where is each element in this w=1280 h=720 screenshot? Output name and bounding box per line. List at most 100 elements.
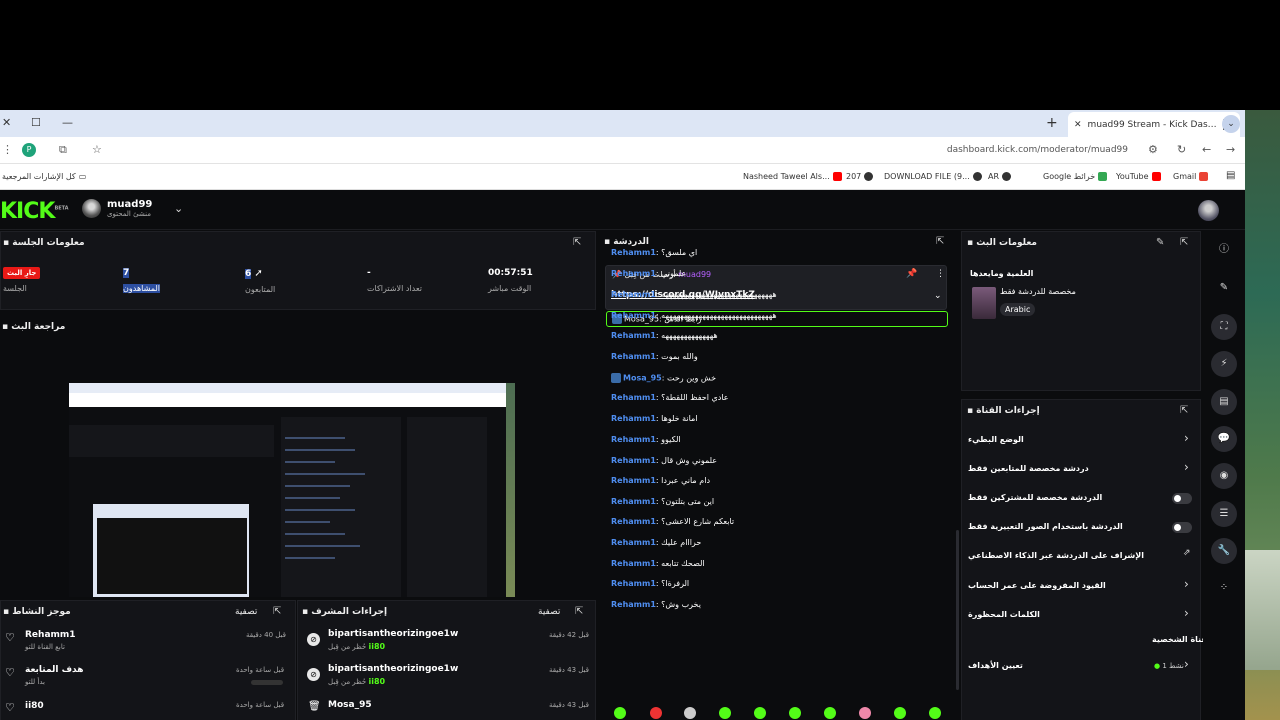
chat-username[interactable]: Mosa_95	[623, 374, 662, 383]
banned-words-option[interactable]: الكلمات المحظورة	[968, 610, 1040, 619]
category-thumbnail[interactable]	[972, 287, 996, 319]
tab-kick-dashboard[interactable]: ✕ muad99 Stream - Kick Dashbo...	[1068, 112, 1240, 137]
profile-icon[interactable]: P	[22, 143, 36, 157]
bookmark-maps[interactable]: Google خرائط	[1043, 172, 1108, 181]
new-tab-icon[interactable]: +	[1046, 115, 1058, 131]
emote-icon[interactable]	[650, 707, 662, 719]
bookmark-gmail[interactable]: Gmail	[1173, 172, 1209, 181]
close-window-icon[interactable]: ✕	[2, 116, 11, 129]
chevron-right-icon[interactable]: ›	[1184, 577, 1189, 591]
ai-moderation-option[interactable]: الإشراف على الدردشة عبر الذكاء الاصطناعي	[968, 551, 1144, 560]
chevron-right-icon[interactable]: ›	[1184, 657, 1189, 671]
forward-icon[interactable]: →	[1226, 143, 1235, 156]
channel-switcher[interactable]: muad99 منشئ المحتوى	[82, 199, 152, 218]
menu-dots-icon[interactable]: ⋮	[2, 143, 13, 156]
emote-icon[interactable]	[789, 707, 801, 719]
bookmark-207[interactable]: 207	[846, 172, 874, 181]
chevron-right-icon[interactable]: ›	[1184, 431, 1189, 445]
emote-icon[interactable]	[719, 707, 731, 719]
emote-icon[interactable]	[684, 707, 696, 719]
chat-username[interactable]: Rehamm1	[611, 497, 656, 506]
document-icon[interactable]: ▤	[1211, 389, 1237, 415]
mod-action-user[interactable]: Mosa_95	[328, 700, 372, 710]
apps-icon[interactable]: ⁘	[1215, 579, 1233, 597]
bookmark-ar[interactable]: AR	[988, 172, 1012, 181]
tab-search-icon[interactable]: ⌄	[1222, 115, 1240, 133]
chat-scrollbar[interactable]	[956, 530, 959, 690]
url-field[interactable]: dashboard.kick.com/moderator/muad99	[947, 145, 1128, 155]
chat-username[interactable]: Rehamm1	[611, 517, 656, 526]
broadcast-icon[interactable]: ◉	[1211, 463, 1237, 489]
activity-user[interactable]: Rehamm1	[25, 630, 76, 640]
expand-icon[interactable]: ⇱	[273, 606, 281, 617]
back-icon[interactable]: ←	[1202, 143, 1211, 156]
external-link-icon[interactable]: ⇗	[1183, 548, 1191, 558]
chat-username[interactable]: Rehamm1	[611, 600, 656, 609]
minimize-window-icon[interactable]: —	[62, 116, 73, 129]
emote-icon[interactable]	[754, 707, 766, 719]
all-bookmarks-folder[interactable]: كل الإشارات المرجعية ▭	[2, 172, 86, 181]
extensions-icon[interactable]: ⧉	[59, 143, 67, 157]
chat-username[interactable]: Rehamm1	[611, 248, 656, 257]
edit-icon[interactable]: ✎	[1215, 279, 1233, 297]
chat-username[interactable]: Rehamm1	[611, 269, 656, 278]
user-avatar[interactable]	[1198, 200, 1219, 221]
expand-icon[interactable]: ⇱	[1180, 405, 1188, 416]
emote-icon[interactable]	[929, 707, 941, 719]
bookmarks-menu-icon[interactable]: ▤	[1226, 170, 1235, 181]
chat-username[interactable]: Rehamm1	[611, 290, 656, 299]
emote-icon[interactable]	[614, 707, 626, 719]
mod-filter-button[interactable]: تصفية	[538, 607, 560, 617]
slow-mode-option[interactable]: الوضع البطيء	[968, 435, 1024, 444]
activity-user[interactable]: ii80	[25, 701, 44, 711]
chat-username[interactable]: Rehamm1	[611, 393, 656, 402]
chat-username[interactable]: Rehamm1	[611, 538, 656, 547]
chevron-right-icon[interactable]: ›	[1184, 606, 1189, 620]
expand-icon[interactable]: ⇱	[573, 237, 581, 248]
chat-username[interactable]: Rehamm1	[611, 559, 656, 568]
chevron-down-icon[interactable]: ⌄	[934, 291, 942, 301]
chat-username[interactable]: Rehamm1	[611, 476, 656, 485]
chevron-right-icon[interactable]: ›	[1184, 460, 1189, 474]
chat-bubble-icon[interactable]: 💬	[1211, 426, 1237, 452]
chat-username[interactable]: Rehamm1	[611, 331, 656, 340]
bookmark-nasheed[interactable]: Nasheed Taweel Als...	[743, 172, 842, 181]
mod-action-user[interactable]: bipartisantheorizingoe1w	[328, 664, 458, 674]
edit-icon[interactable]: ✎	[1156, 237, 1164, 248]
account-age-option[interactable]: القيود المفروضة على عمر الحساب	[968, 581, 1106, 590]
chat-username[interactable]: Rehamm1	[611, 435, 656, 444]
star-bookmark-icon[interactable]: ☆	[92, 143, 102, 156]
chat-username[interactable]: Rehamm1	[611, 352, 656, 361]
emote-icon[interactable]	[894, 707, 906, 719]
layers-icon[interactable]: ☰	[1211, 501, 1237, 527]
emotes-only-toggle[interactable]	[1172, 522, 1192, 533]
mod-action-by[interactable]: ii80	[368, 677, 385, 686]
pin-icon[interactable]: 📌	[906, 269, 917, 279]
kick-logo[interactable]: KICKBETA	[0, 199, 69, 224]
emote-icon[interactable]	[824, 707, 836, 719]
activity-filter-button[interactable]: تصفية	[235, 607, 257, 617]
chat-username[interactable]: Rehamm1	[611, 311, 656, 320]
tab-close-icon[interactable]: ✕	[1074, 120, 1082, 130]
mod-action-by[interactable]: ii80	[368, 642, 385, 651]
maximize-window-icon[interactable]: ☐	[31, 116, 41, 129]
lightning-icon[interactable]: ⚡	[1211, 351, 1237, 377]
site-settings-icon[interactable]: ⚙	[1148, 143, 1158, 156]
goals-option[interactable]: تعيين الأهداف	[968, 661, 1023, 670]
more-icon[interactable]: ⋮	[936, 269, 945, 279]
followers-only-option[interactable]: دردشة مخصصة للمتابعين فقط	[968, 464, 1089, 473]
info-icon[interactable]: ⓘ	[1215, 241, 1233, 259]
expand-icon[interactable]: ⇱	[1180, 237, 1188, 248]
expand-icon[interactable]: ⇱	[575, 606, 583, 617]
subscribers-only-toggle[interactable]	[1172, 493, 1192, 504]
chat-username[interactable]: Rehamm1	[611, 456, 656, 465]
wrench-icon[interactable]: 🔧	[1211, 538, 1237, 564]
chevron-down-icon[interactable]: ⌄	[174, 202, 183, 215]
expand-icon[interactable]: ⇱	[936, 236, 944, 247]
focus-icon[interactable]: ⛶	[1211, 314, 1237, 340]
bookmark-download[interactable]: DOWNLOAD FILE (9...	[884, 172, 982, 181]
mod-action-user[interactable]: bipartisantheorizingoe1w	[328, 629, 458, 639]
reload-icon[interactable]: ↻	[1177, 143, 1186, 156]
chat-username[interactable]: Rehamm1	[611, 414, 656, 423]
bookmark-youtube[interactable]: YouTube	[1116, 172, 1161, 181]
